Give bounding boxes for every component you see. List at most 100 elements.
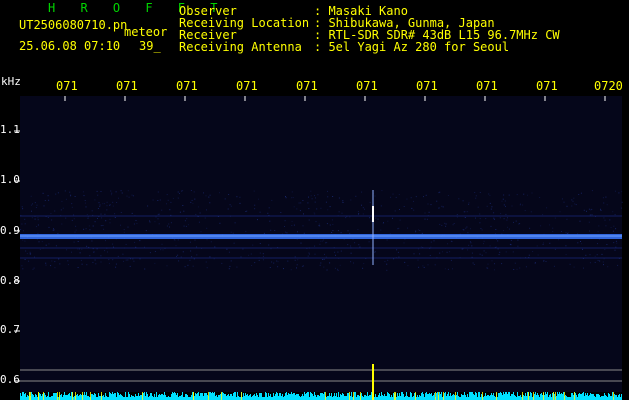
activity-bar [24, 394, 25, 400]
noise-speck [499, 251, 501, 253]
activity-bar [220, 394, 221, 400]
noise-speck [269, 220, 271, 222]
noise-speck [439, 252, 441, 254]
noise-speck [505, 213, 507, 215]
noise-speck [419, 230, 421, 231]
noise-speck [491, 260, 493, 262]
activity-spike [57, 392, 58, 400]
noise-speck [542, 214, 544, 216]
noise-speck [296, 239, 298, 240]
activity-bar [306, 393, 307, 400]
noise-speck [529, 227, 531, 229]
noise-speck [277, 266, 279, 268]
activity-bar [540, 394, 541, 400]
activity-bar [280, 393, 281, 400]
activity-bar [159, 394, 160, 400]
activity-bar [287, 395, 288, 400]
activity-spike [75, 392, 76, 400]
axis-unit-label: kHz [1, 75, 21, 88]
noise-speck [269, 267, 271, 268]
noise-speck [293, 224, 295, 226]
activity-bar [525, 393, 526, 400]
noise-speck [594, 255, 596, 257]
activity-bar [102, 396, 103, 400]
activity-bar [286, 392, 287, 400]
activity-bar [417, 395, 418, 400]
activity-bar [230, 394, 231, 400]
activity-bar [427, 394, 428, 400]
noise-speck [308, 219, 310, 221]
noise-speck [450, 240, 452, 242]
noise-speck [131, 212, 133, 214]
activity-bar [144, 392, 145, 400]
noise-speck [480, 228, 482, 229]
noise-speck [540, 225, 542, 227]
noise-speck [468, 202, 470, 204]
noise-speck [71, 219, 73, 221]
noise-speck [425, 194, 427, 196]
noise-speck [387, 220, 389, 222]
activity-bar [51, 396, 52, 400]
noise-speck [115, 263, 117, 265]
noise-speck [565, 245, 567, 247]
noise-speck [430, 241, 432, 243]
noise-speck [438, 192, 440, 194]
activity-bar [87, 396, 88, 400]
noise-speck [73, 218, 75, 220]
activity-bar [519, 396, 520, 400]
activity-bar [53, 393, 54, 400]
x-tick-label: 071 [416, 79, 438, 93]
noise-speck [433, 240, 435, 242]
activity-bar [105, 393, 106, 400]
noise-speck [603, 202, 605, 204]
noise-speck [205, 261, 207, 263]
noise-speck [444, 222, 446, 224]
noise-speck [621, 191, 623, 193]
noise-speck [193, 191, 195, 193]
noise-speck [179, 193, 180, 194]
noise-speck [159, 199, 161, 201]
noise-speck [423, 196, 424, 198]
noise-speck [363, 263, 365, 265]
noise-speck [354, 242, 356, 244]
noise-speck [603, 217, 605, 219]
activity-bar [187, 395, 188, 400]
noise-speck [230, 231, 232, 233]
noise-speck [186, 218, 188, 220]
activity-bar [79, 395, 80, 400]
activity-bar [257, 395, 258, 400]
noise-speck [267, 212, 269, 214]
activity-bar [250, 394, 251, 400]
noise-speck [79, 252, 81, 254]
activity-bar [237, 392, 238, 400]
noise-speck [475, 195, 477, 197]
activity-bar [534, 394, 535, 400]
noise-speck [468, 244, 470, 246]
noise-speck [471, 252, 473, 254]
noise-speck [200, 231, 202, 233]
noise-speck [397, 251, 399, 253]
noise-speck [307, 255, 309, 257]
noise-speck [489, 245, 491, 247]
activity-bar [146, 392, 147, 400]
noise-speck [552, 231, 554, 233]
noise-speck [234, 222, 236, 224]
activity-bar [386, 396, 387, 400]
noise-speck [465, 227, 467, 229]
noise-speck [120, 224, 121, 226]
noise-speck [546, 207, 548, 209]
activity-bar [430, 394, 431, 400]
activity-bar [27, 395, 28, 400]
noise-speck [34, 218, 36, 220]
activity-bar [342, 393, 343, 400]
noise-speck [149, 221, 151, 223]
noise-speck [518, 223, 520, 225]
activity-bar [212, 392, 213, 400]
noise-speck [338, 197, 340, 199]
noise-speck [347, 230, 349, 232]
noise-speck [316, 208, 318, 210]
noise-speck [610, 227, 612, 228]
activity-bar [22, 392, 23, 400]
noise-speck [254, 262, 256, 264]
activity-spike [101, 392, 102, 400]
